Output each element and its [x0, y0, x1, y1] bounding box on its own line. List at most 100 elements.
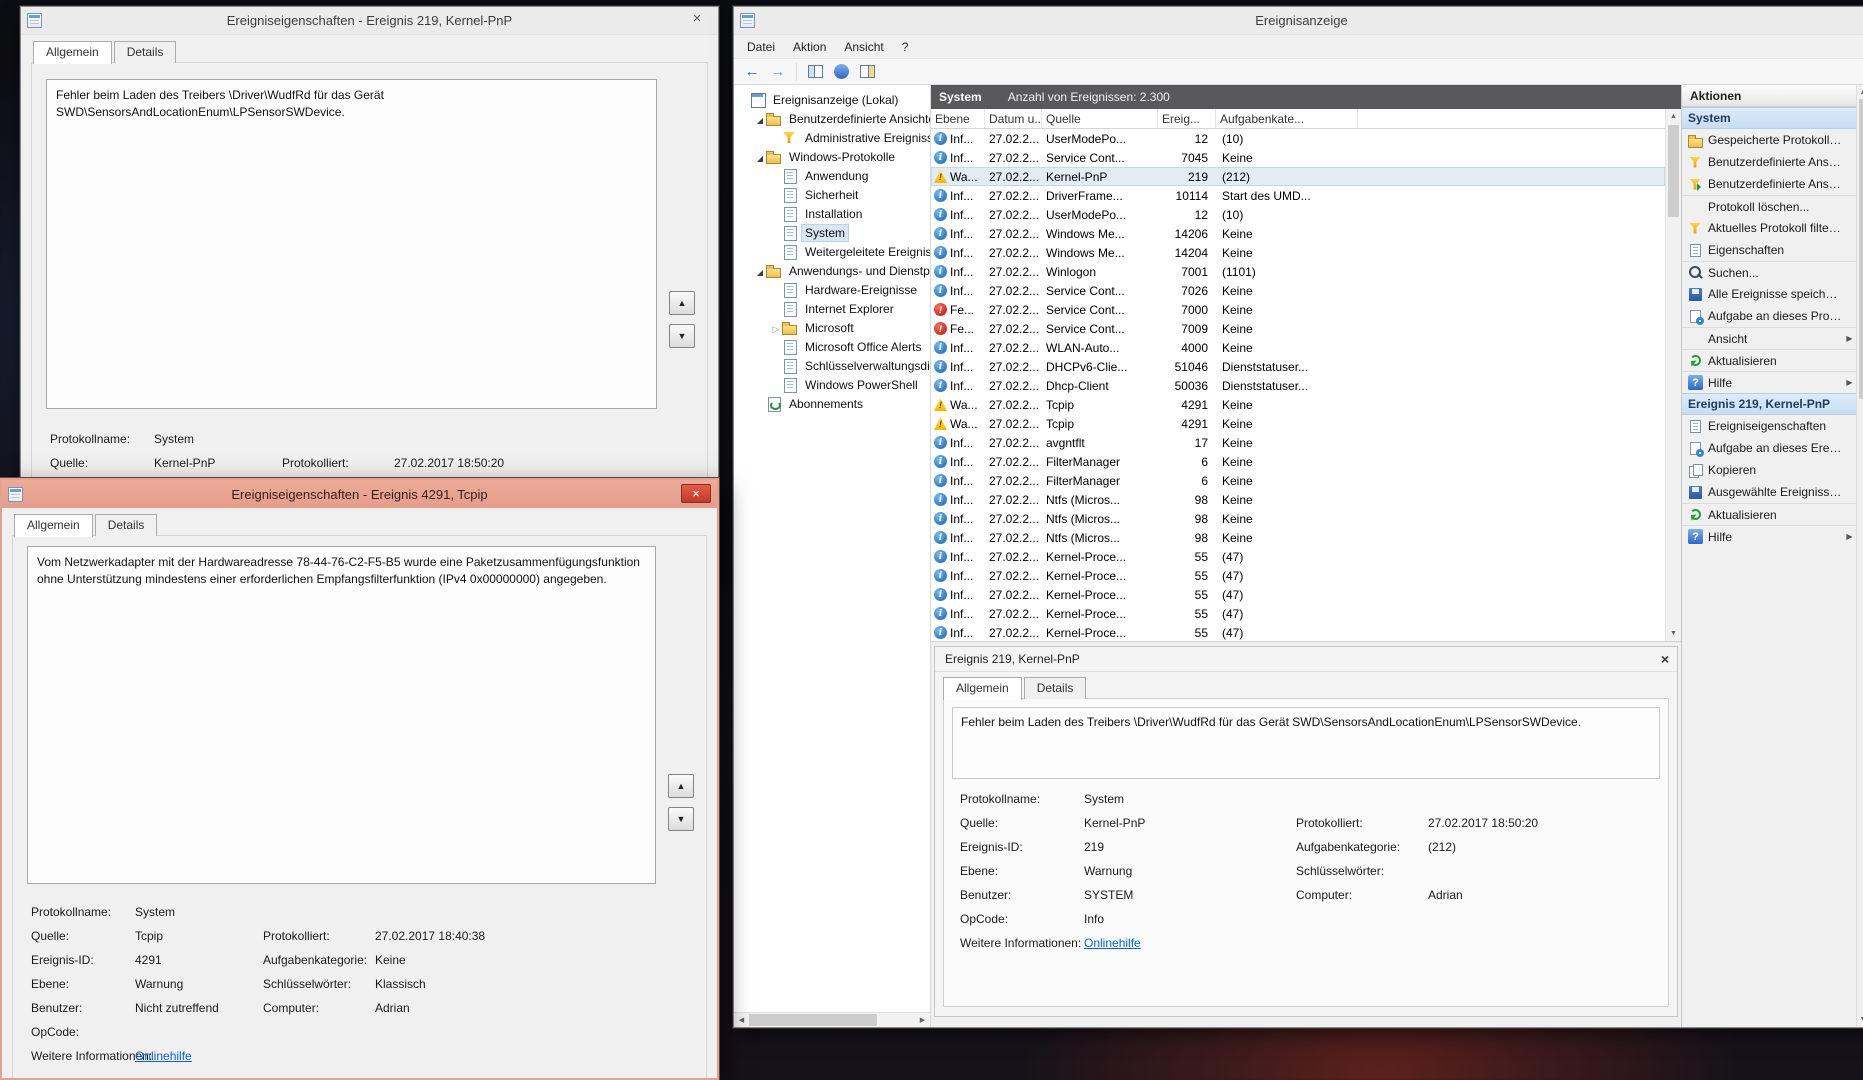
scroll-down-button[interactable]: ▼	[1666, 626, 1681, 641]
tree-item[interactable]: Ereignisanzeige (Lokal)	[734, 90, 930, 109]
tree-item[interactable]: Windows-Protokolle	[734, 147, 930, 166]
tree-item-label: Weitergeleitete Ereignisse	[805, 244, 930, 259]
event-level-icon	[934, 284, 947, 297]
tree-item-icon	[782, 358, 798, 374]
field-row: Ebene: Warnung Schlüsselwörter:	[960, 864, 1385, 878]
scrollbar-thumb[interactable]	[1668, 125, 1679, 217]
scroll-down-button[interactable]: ▼	[1857, 1012, 1863, 1027]
field-value: System	[154, 432, 195, 446]
tree-item[interactable]: Windows PowerShell	[734, 375, 930, 394]
field-value: Kernel-PnP	[154, 456, 216, 470]
event-level-icon	[934, 151, 947, 164]
scroll-right-button[interactable]: ▶	[915, 1013, 930, 1027]
tree-item-icon	[766, 263, 782, 278]
event-level-icon	[934, 379, 947, 392]
field-row: Ereignis-ID: 219 Aufgabenkategorie: (212…	[960, 840, 1457, 854]
tree-item-icon	[782, 377, 798, 393]
field-row: OpCode:	[31, 1025, 80, 1039]
event-level-icon	[934, 474, 947, 487]
online-help-link[interactable]: Onlinehilfe	[1084, 936, 1296, 950]
tree-item-icon	[766, 111, 782, 126]
tree-item[interactable]: Installation	[734, 204, 930, 223]
scroll-up-button[interactable]: ▲	[1857, 85, 1863, 100]
event-level-icon	[934, 303, 947, 316]
tree-item[interactable]: Microsoft Office Alerts	[734, 337, 930, 356]
previous-event-button[interactable]: ▲	[669, 291, 695, 315]
event-list-scrollbar[interactable]: ▲ ▼	[1665, 109, 1681, 641]
help-button[interactable]	[829, 61, 853, 83]
scrollbar-thumb[interactable]	[749, 1014, 877, 1026]
action-pane-icon	[859, 65, 875, 78]
tree-item-icon	[782, 301, 798, 317]
tree-item-icon	[782, 206, 798, 222]
tree-scrollbar[interactable]: ◀ ▶	[734, 1012, 930, 1027]
action-icon	[1688, 463, 1703, 478]
tree-item[interactable]: System	[734, 223, 930, 242]
tree-item[interactable]: Hardware-Ereignisse	[734, 280, 930, 299]
scroll-up-button[interactable]: ▲	[1666, 109, 1681, 124]
tree-item-icon	[782, 187, 798, 203]
action-icon	[1688, 375, 1703, 390]
tree-item[interactable]: Anwendungs- und Dienstprotokolle	[734, 261, 930, 280]
field-label: Protokollname:	[50, 432, 131, 446]
tab-allgemein[interactable]: Allgemein	[33, 41, 112, 64]
field-row: OpCode: Info	[960, 912, 1105, 926]
close-icon[interactable]: ×	[684, 10, 710, 27]
action-icon	[1688, 199, 1703, 214]
tree-item[interactable]: Schlüsselverwaltungsdienst	[734, 356, 930, 375]
tree-item-label: Microsoft	[805, 320, 854, 335]
scrollbar-thumb[interactable]	[1859, 99, 1863, 399]
tree-item[interactable]: Benutzerdefinierte Ansichten	[734, 109, 930, 128]
tab-details[interactable]: Details	[94, 514, 158, 536]
preview-tab-page: Fehler beim Laden des Treibers \Driver\W…	[943, 698, 1669, 1007]
tree-expander-icon[interactable]	[754, 151, 766, 163]
tree-expander-icon[interactable]	[770, 322, 782, 334]
dialog-titlebar[interactable]: Ereigniseigenschaften - Ereignis 219, Ke…	[21, 7, 718, 35]
dialog-title: Ereigniseigenschaften - Ereignis 219, Ke…	[226, 13, 513, 28]
tab-details[interactable]: Details	[1023, 677, 1087, 699]
tree-expander-icon[interactable]	[754, 113, 766, 125]
tree-item-label: Installation	[805, 206, 863, 221]
scroll-left-button[interactable]: ◀	[734, 1013, 749, 1027]
action-icon	[1688, 155, 1703, 170]
tab-details[interactable]: Details	[113, 41, 177, 63]
action-icon	[1688, 177, 1703, 192]
actions-scrollbar[interactable]: ▲ ▼	[1856, 85, 1863, 1027]
field-row: Weitere Informationen: Onlinehilfe	[952, 931, 1660, 955]
next-event-button[interactable]: ▼	[668, 807, 694, 831]
preview-pane: Ereignis 219, Kernel-PnP × Allgemein Det…	[934, 646, 1678, 1017]
action-icon	[1688, 287, 1703, 302]
close-button[interactable]: ×	[681, 484, 711, 503]
action-icon	[1688, 265, 1703, 280]
tree-item-label: Anwendung	[805, 168, 869, 183]
action-icon	[1688, 243, 1703, 258]
event-viewer-window: Ereignisanzeige Datei Aktion Ansicht ? ←…	[733, 6, 1863, 1028]
help-icon	[833, 64, 849, 79]
tree-item[interactable]: Administrative Ereignisse	[734, 128, 930, 147]
event-level-icon	[934, 550, 947, 563]
tree-item[interactable]: Sicherheit	[734, 185, 930, 204]
action-icon	[1688, 419, 1703, 434]
event-properties-icon	[27, 13, 42, 28]
next-event-button[interactable]: ▼	[669, 324, 695, 348]
dialog-titlebar[interactable]: Ereigniseigenschaften - Ereignis 4291, T…	[2, 480, 717, 508]
tab-allgemein[interactable]: Allgemein	[14, 514, 93, 537]
action-icon	[1688, 331, 1703, 346]
tree-item-icon	[782, 339, 798, 355]
action-icon	[1688, 309, 1704, 325]
online-help-link[interactable]: Onlinehilfe	[135, 1049, 263, 1063]
tree-expander-icon[interactable]	[754, 265, 766, 277]
tree-item[interactable]: Microsoft	[734, 318, 930, 337]
event-level-icon	[934, 265, 947, 278]
event-level-icon	[934, 341, 947, 354]
tree-item[interactable]: Abonnements	[734, 394, 930, 413]
action-icon	[1688, 221, 1703, 236]
tree-item[interactable]: Anwendung	[734, 166, 930, 185]
tree-item-label: Microsoft Office Alerts	[805, 339, 922, 354]
tree-item-label: Ereignisanzeige (Lokal)	[773, 92, 899, 107]
tree-item-label: Abonnements	[789, 396, 864, 411]
tab-allgemein[interactable]: Allgemein	[943, 677, 1022, 700]
tree-item[interactable]: Weitergeleitete Ereignisse	[734, 242, 930, 261]
tree-item[interactable]: Internet Explorer	[734, 299, 930, 318]
previous-event-button[interactable]: ▲	[668, 774, 694, 798]
